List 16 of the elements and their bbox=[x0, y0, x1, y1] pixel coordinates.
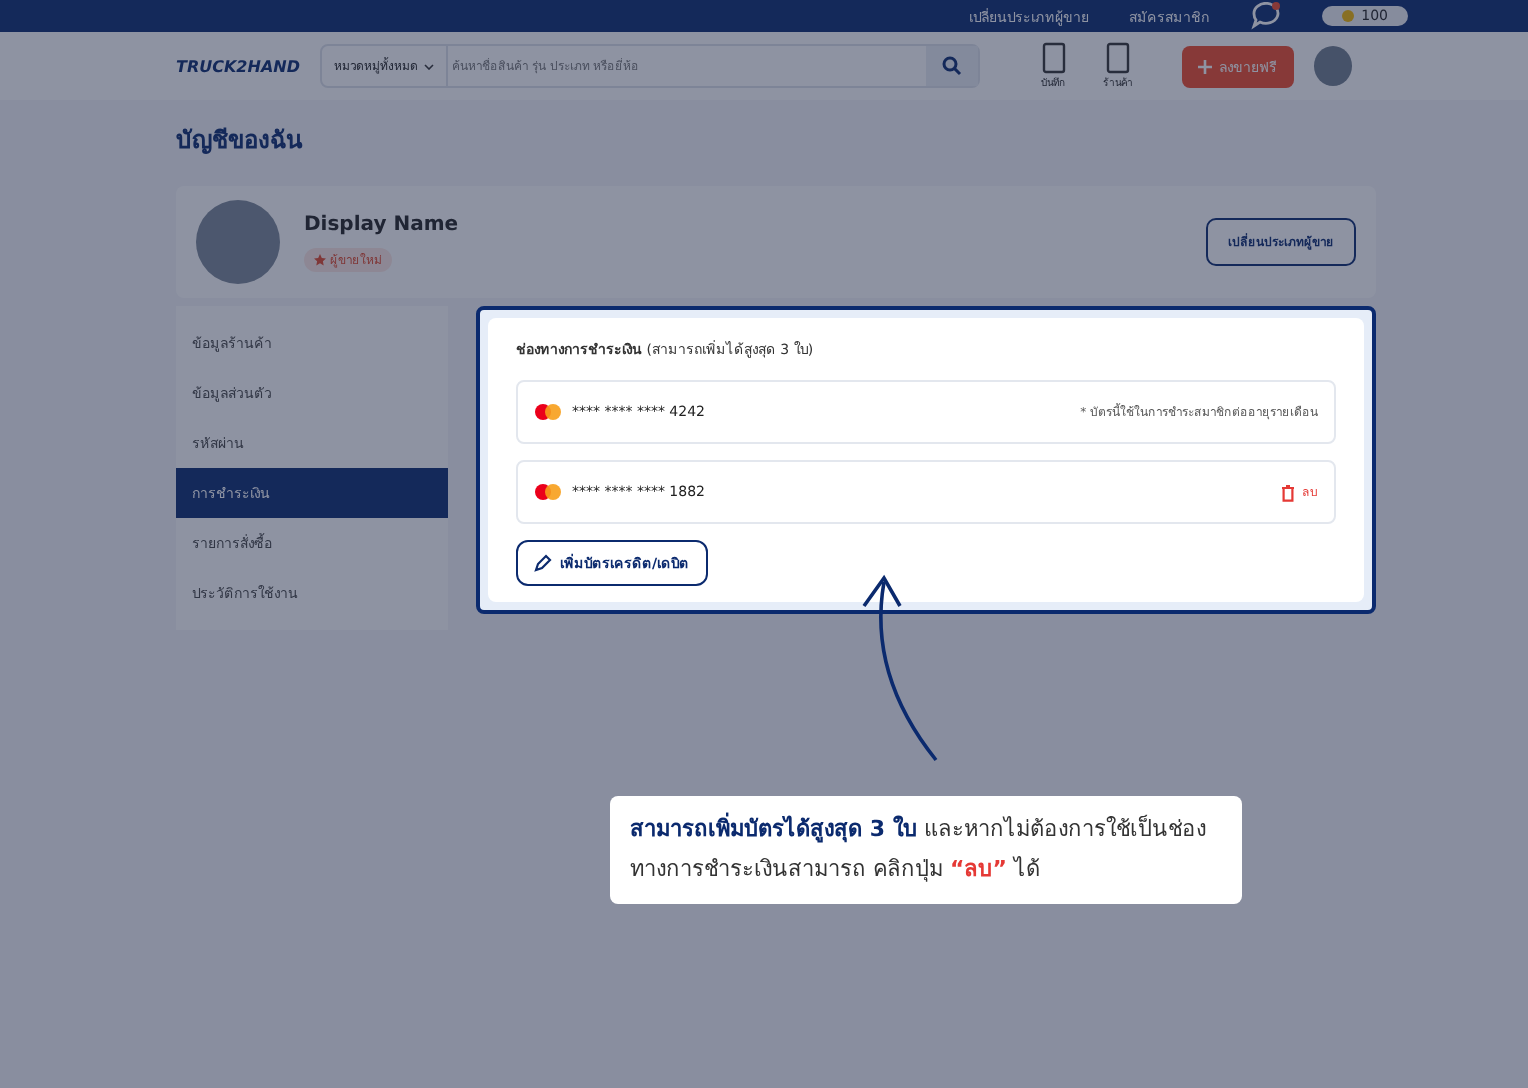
tip-callout: สามารถเพิ่มบัตรได้สูงสุด 3 ใบ และหากไม่ต้องการใช้เป็นช่องทางการชำระเงินสามารถ คลิกปุ่ม “ลบ” ได้ bbox=[610, 796, 1242, 904]
mastercard-icon bbox=[534, 404, 562, 420]
avatar[interactable] bbox=[1313, 46, 1352, 86]
search-icon bbox=[941, 56, 962, 76]
logo[interactable]: TRUCK2HAND bbox=[176, 57, 300, 75]
trash-icon bbox=[1280, 483, 1296, 501]
display-name: Display Name bbox=[304, 213, 461, 235]
page-title: บัญชีของฉัน bbox=[176, 124, 305, 158]
chevron-down-icon bbox=[423, 63, 434, 69]
chat-icon[interactable] bbox=[1249, 2, 1282, 30]
star-icon bbox=[314, 253, 326, 265]
pencil-icon bbox=[534, 554, 552, 572]
mastercard-icon bbox=[534, 484, 562, 500]
avatar bbox=[196, 200, 280, 284]
plus-icon bbox=[1197, 59, 1212, 73]
search-button[interactable] bbox=[925, 46, 978, 86]
